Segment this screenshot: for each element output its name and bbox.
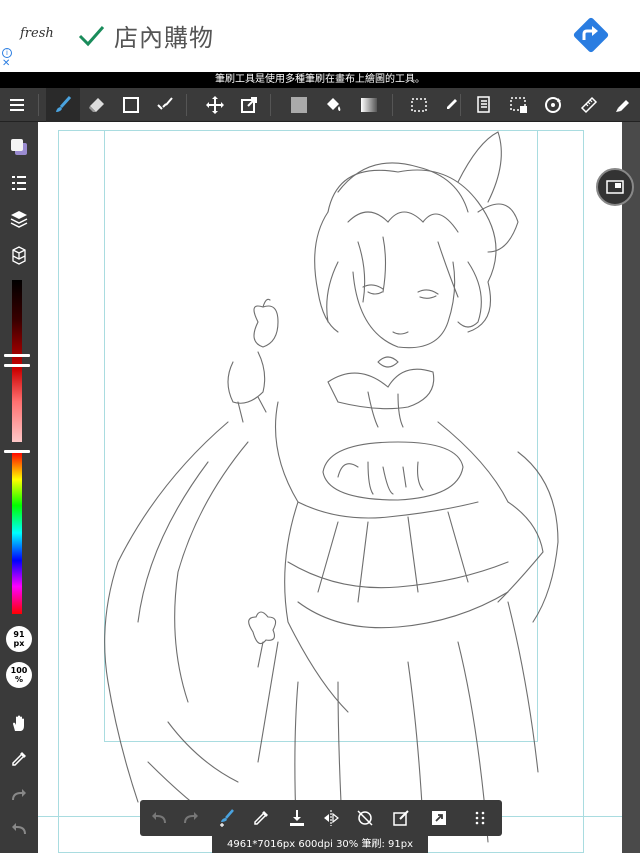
- brush-icon: [56, 95, 72, 112]
- materials-button[interactable]: [0, 240, 38, 270]
- gradient-tool[interactable]: [352, 88, 386, 122]
- rotate-icon: [545, 97, 561, 113]
- layers-icon: [10, 211, 28, 228]
- select-layer-tool[interactable]: [502, 88, 536, 122]
- rectangle-tool[interactable]: [114, 88, 148, 122]
- select-layer-icon: [510, 97, 527, 113]
- eraser-tool[interactable]: [80, 88, 114, 122]
- fill-color-tool[interactable]: [282, 88, 316, 122]
- eyedropper-tool[interactable]: [0, 744, 38, 774]
- eraser-icon: [89, 98, 104, 112]
- transform-icon: [241, 97, 257, 113]
- color-swatch[interactable]: [0, 132, 38, 162]
- grid-dots-icon: [475, 811, 485, 825]
- brush-size-unit: px: [13, 639, 25, 648]
- pen-icon: [447, 99, 457, 109]
- brush-tool[interactable]: [46, 88, 80, 122]
- bucket-tool[interactable]: [316, 88, 350, 122]
- info-icon[interactable]: i: [2, 48, 12, 58]
- flip-button[interactable]: [314, 800, 348, 836]
- brush-settings-tool[interactable]: [606, 88, 640, 122]
- brightness-slider[interactable]: [12, 280, 22, 442]
- rotate-reset-button[interactable]: [348, 800, 382, 836]
- redo-side-button[interactable]: [0, 780, 38, 810]
- select-tool[interactable]: [402, 88, 436, 122]
- opacity-value: 100: [10, 666, 28, 675]
- list-icon: [12, 176, 26, 190]
- bucket-icon: [327, 98, 341, 111]
- navigator-icon: [606, 180, 624, 194]
- layer-menu-tool[interactable]: [466, 88, 500, 122]
- undo-side-button[interactable]: [0, 814, 38, 844]
- eyedropper-icon: [12, 752, 26, 766]
- opacity-unit: %: [14, 675, 23, 684]
- undo-icon: [152, 812, 166, 824]
- layers-button[interactable]: [0, 204, 38, 234]
- magic-brush-tool[interactable]: [148, 88, 182, 122]
- more-button[interactable]: [464, 800, 498, 836]
- share-icon: [432, 811, 446, 825]
- hand-icon: [13, 715, 24, 731]
- top-toolbar: [0, 88, 640, 122]
- sketch-drawing: [104, 131, 559, 843]
- left-sidebar: 91 px 100 %: [0, 122, 38, 853]
- move-tool[interactable]: [198, 88, 232, 122]
- hand-tool[interactable]: [0, 708, 38, 738]
- pen-tool[interactable]: [434, 88, 468, 122]
- brush-size-button[interactable]: 91 px: [6, 626, 32, 652]
- undo-icon: [12, 823, 26, 835]
- menu-icon: [10, 99, 24, 111]
- undo-button[interactable]: [142, 800, 176, 836]
- brush-settings-icon: [616, 100, 629, 112]
- brush-assist-icon: [220, 809, 234, 827]
- select-icon: [411, 98, 427, 112]
- brush-list-button[interactable]: [0, 168, 38, 198]
- drawing-canvas[interactable]: [38, 122, 640, 853]
- slider-thumb-secondary[interactable]: [4, 364, 30, 367]
- gradient-icon: [361, 98, 377, 112]
- move-icon: [206, 96, 224, 114]
- close-icon[interactable]: ✕: [2, 58, 10, 70]
- ad-brand: fresh: [20, 26, 54, 41]
- edit-icon: [393, 810, 409, 826]
- brush-size-value: 91: [13, 630, 25, 639]
- ruler-tool[interactable]: [572, 88, 606, 122]
- ad-banner[interactable]: fresh 店內購物 i ✕: [0, 0, 640, 72]
- tool-hint: 筆刷工具是使用多種筆刷在畫布上繪圖的工具。: [0, 72, 640, 88]
- color-swatch-icon: [11, 139, 27, 155]
- menu-button[interactable]: [0, 88, 34, 122]
- rotate-tool[interactable]: [536, 88, 570, 122]
- ad-title: 店內購物: [114, 24, 214, 52]
- download-icon: [290, 810, 304, 826]
- right-scroll-gutter[interactable]: [622, 122, 640, 853]
- rectangle-icon: [123, 97, 139, 113]
- redo-button[interactable]: [174, 800, 208, 836]
- slider-thumb[interactable]: [4, 354, 30, 357]
- magic-brush-icon: [157, 97, 173, 110]
- ruler-icon: [580, 96, 598, 114]
- save-button[interactable]: [280, 800, 314, 836]
- cube-icon: [12, 246, 26, 265]
- brush-assist-button[interactable]: [210, 800, 244, 836]
- edit-button[interactable]: [384, 800, 418, 836]
- hue-slider[interactable]: [12, 452, 22, 614]
- eyedropper-icon: [254, 811, 268, 825]
- hue-thumb[interactable]: [4, 450, 30, 453]
- app-window: fresh 店內購物 i ✕ 筆刷工具是使用多種筆刷在畫布上繪圖的工具。 91 …: [0, 0, 640, 853]
- fill-color-icon: [291, 97, 307, 113]
- navigator-button[interactable]: [596, 168, 634, 206]
- eyedropper-bottom-button[interactable]: [244, 800, 278, 836]
- layer-menu-icon: [477, 96, 490, 113]
- transform-tool[interactable]: [232, 88, 266, 122]
- opacity-button[interactable]: 100 %: [6, 662, 32, 688]
- status-bar: 4961*7016px 600dpi 30% 筆刷: 91px 100%: [212, 836, 428, 853]
- share-button[interactable]: [422, 800, 456, 836]
- directions-icon[interactable]: [572, 16, 610, 54]
- bottom-toolbar: [140, 800, 502, 836]
- check-icon: [78, 26, 105, 47]
- rotate-icon: [357, 810, 373, 826]
- redo-icon: [184, 812, 198, 824]
- redo-icon: [12, 789, 26, 801]
- flip-icon: [324, 810, 339, 826]
